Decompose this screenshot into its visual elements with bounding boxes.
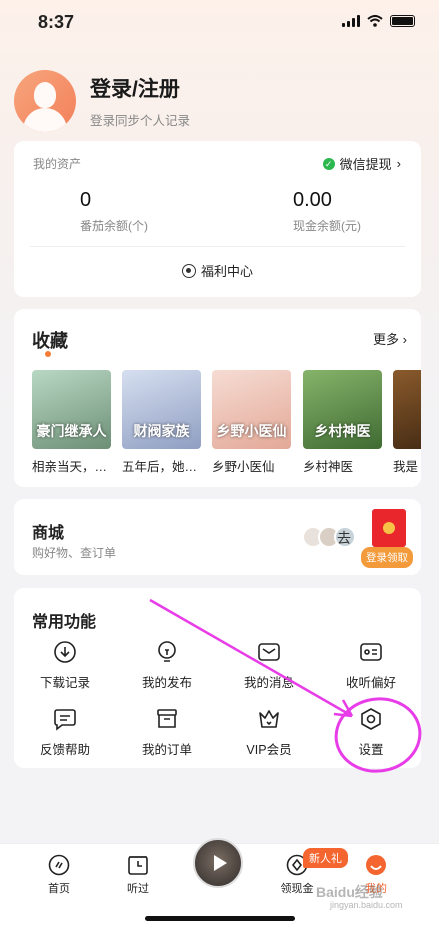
func-vip-member[interactable]: VIP会员 — [229, 707, 309, 758]
book-cover[interactable]: 豪门继承人 — [32, 370, 111, 449]
func-listen-preferences[interactable]: 收听偏好 — [331, 640, 411, 691]
func-settings[interactable]: 设置 — [331, 707, 411, 758]
welfare-label: 福利中心 — [200, 264, 253, 279]
functions-title: 常用功能 — [32, 614, 97, 631]
cash-value[interactable]: 0.00 — [293, 189, 332, 212]
mine-icon — [365, 854, 387, 876]
func-label: 我的发布 — [141, 676, 192, 690]
login-subtitle: 登录同步个人记录 — [90, 114, 191, 128]
status-bar: 8:37 — [0, 0, 439, 44]
welfare-icon — [181, 263, 196, 278]
cash-label: 现金余额(元) — [293, 219, 361, 233]
newbie-gift-badge[interactable]: 新人礼 — [303, 848, 348, 868]
favorites-card: 收藏 更多 › 豪门继承人 相亲当天，… 财阀家族 五年后，她… 乡野小医仙 乡… — [14, 309, 421, 487]
wechat-withdraw-label: 微信提现 — [339, 157, 392, 172]
book-item[interactable]: 乡村神医 乡村神医 — [303, 370, 382, 475]
func-label: VIP会员 — [246, 743, 292, 757]
settings-icon — [359, 707, 383, 731]
assets-title: 我的资产 — [33, 157, 82, 171]
common-functions-card: 常用功能 下载记录 我的发布 我的消息 收听偏好 反馈帮助 我的订单 VIP会员… — [14, 588, 421, 768]
func-label: 我的订单 — [141, 743, 192, 757]
home-indicator — [145, 916, 295, 921]
assets-card: 我的资产 ✓ 微信提现 › 0 番茄余额(个) 0.00 现金余额(元) 福利中… — [14, 141, 421, 297]
box-icon — [155, 707, 179, 731]
tab-history[interactable]: 听过 — [108, 854, 168, 896]
baidu-watermark: Baidu经验 — [316, 884, 383, 900]
download-icon — [53, 640, 77, 664]
func-label: 收听偏好 — [345, 676, 396, 690]
home-icon — [48, 854, 70, 876]
cover-title: 乡野小医仙 — [216, 423, 287, 439]
book-cover[interactable]: 财阀家族 — [122, 370, 201, 449]
tab-label: 听过 — [127, 883, 149, 895]
status-time: 8:37 — [38, 12, 75, 32]
chat-icon — [53, 707, 77, 731]
more-link[interactable]: 更多 › — [373, 329, 407, 348]
mail-icon — [257, 640, 281, 664]
book-item[interactable]: 我是 — [393, 370, 421, 475]
avatar[interactable] — [14, 70, 76, 132]
func-label: 反馈帮助 — [39, 743, 90, 757]
func-download-history[interactable]: 下载记录 — [25, 640, 105, 691]
history-icon — [127, 854, 149, 876]
func-label: 下载记录 — [39, 676, 90, 690]
book-item[interactable]: 豪门继承人 相亲当天，… — [32, 370, 111, 475]
red-packet-icon[interactable] — [372, 509, 406, 547]
book-item[interactable]: 乡野小医仙 乡野小医仙 — [212, 370, 291, 475]
chevron-right-icon: › — [396, 156, 401, 171]
cover-title: 乡村神医 — [314, 423, 371, 439]
wechat-icon: ✓ — [322, 157, 335, 170]
bulb-icon — [155, 640, 179, 664]
book-title: 我是 — [393, 460, 419, 474]
book-cover[interactable]: 乡村神医 — [303, 370, 382, 449]
book-title: 乡野小医仙 — [212, 460, 275, 474]
tab-home[interactable]: 首页 — [29, 854, 89, 896]
wifi-icon — [367, 15, 383, 27]
mall-title: 商城 — [32, 525, 65, 542]
battery-icon — [390, 15, 415, 27]
divider — [30, 246, 405, 247]
cover-title: 财阀家族 — [133, 423, 190, 439]
coins-label: 番茄余额(个) — [80, 219, 148, 233]
func-my-messages[interactable]: 我的消息 — [229, 640, 309, 691]
login-register-link[interactable]: 登录/注册 — [90, 73, 190, 103]
book-title: 乡村神医 — [303, 460, 354, 474]
func-label: 设置 — [358, 743, 384, 757]
profile-header[interactable]: 登录/注册 登录同步个人记录 — [14, 70, 190, 132]
baidu-watermark-url: jingyan.baidu.com — [330, 900, 403, 910]
mall-card[interactable]: 商城 购好物、查订单 去 登录领取 — [14, 499, 421, 575]
radio-icon — [359, 640, 383, 664]
func-label: 我的消息 — [243, 676, 294, 690]
tab-label: 首页 — [48, 883, 70, 895]
login-claim-button[interactable]: 登录领取 — [361, 547, 413, 568]
book-item[interactable]: 财阀家族 五年后，她… — [122, 370, 201, 475]
wechat-withdraw-link[interactable]: ✓ 微信提现 › — [322, 154, 401, 173]
now-playing-button[interactable] — [193, 838, 243, 888]
mall-subtitle: 购好物、查订单 — [32, 546, 117, 560]
coins-value[interactable]: 0 — [80, 189, 91, 212]
favorites-title: 收藏 — [32, 331, 68, 351]
cover-title: 豪门继承人 — [36, 423, 107, 439]
func-my-posts[interactable]: 我的发布 — [127, 640, 207, 691]
favorites-indicator — [45, 351, 51, 357]
status-icons — [342, 15, 415, 27]
book-cover[interactable]: 乡野小医仙 — [212, 370, 291, 449]
crown-icon — [257, 707, 281, 731]
mall-go-link[interactable]: 去 — [337, 528, 351, 548]
welfare-center-link[interactable]: 福利中心 — [14, 261, 421, 280]
func-my-orders[interactable]: 我的订单 — [127, 707, 207, 758]
signal-icon — [342, 15, 360, 27]
book-title: 五年后，她… — [122, 460, 198, 474]
book-cover[interactable] — [393, 370, 421, 449]
book-title: 相亲当天，… — [32, 460, 108, 474]
func-feedback-help[interactable]: 反馈帮助 — [25, 707, 105, 758]
